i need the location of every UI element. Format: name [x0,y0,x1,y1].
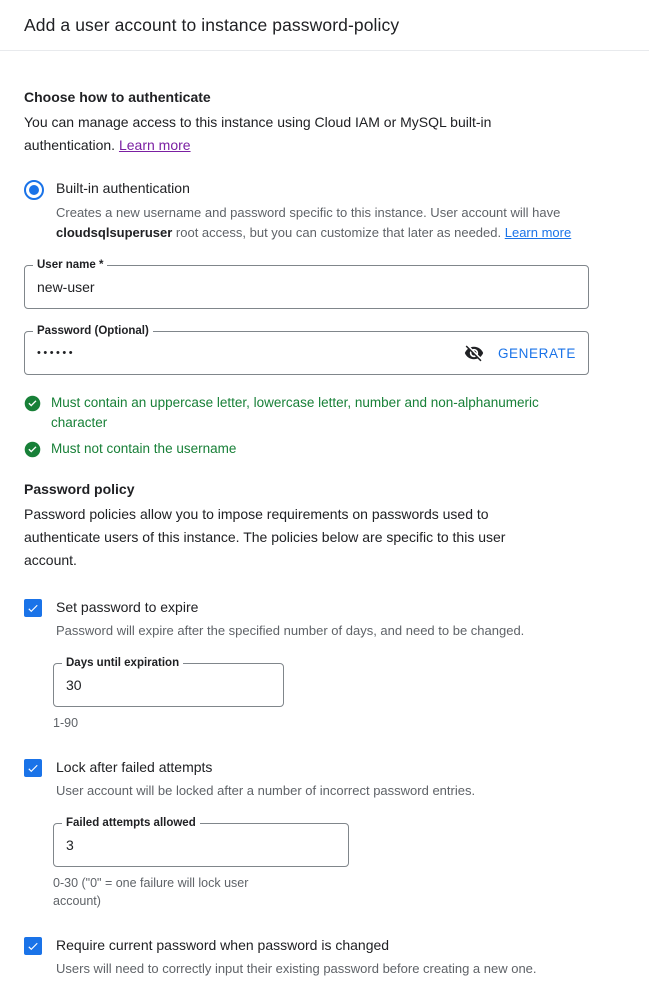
validation-text: Must not contain the username [51,441,237,456]
builtin-auth-label: Built-in authentication [56,180,190,196]
validation-item: Must not contain the username [24,439,625,459]
auth-section-heading: Choose how to authenticate [24,89,211,105]
policy-row-expire[interactable]: Set password to expire Password will exp… [24,598,625,641]
builtin-sub-bold: cloudsqlsuperuser [56,225,173,240]
dialog-body: Choose how to authenticate You can manag… [0,89,649,1000]
policy-section-heading: Password policy [24,481,135,497]
builtin-sub-before: Creates a new username and password spec… [56,205,561,220]
validation-text: Must contain an uppercase letter, lowerc… [51,395,539,430]
username-input[interactable] [37,279,576,295]
username-field-label: User name * [33,258,108,272]
require-current-password-checkbox[interactable] [24,937,42,955]
policy-expire-label: Set password to expire [56,599,199,615]
policy-expire-field-group: Days until expiration 1-90 [53,656,625,732]
builtin-auth-description: Creates a new username and password spec… [56,203,621,243]
policy-lock-content: Lock after failed attempts User account … [56,758,625,801]
auth-description-text: You can manage access to this instance u… [24,114,492,153]
validation-item: Must contain an uppercase letter, lowerc… [24,393,625,433]
policy-lock-description: User account will be locked after a numb… [56,783,476,798]
policy-lock-label: Lock after failed attempts [56,759,213,775]
generate-password-button[interactable]: GENERATE [484,346,576,361]
check-circle-icon [24,395,41,412]
builtin-auth-radio[interactable] [24,180,44,200]
policy-expire-content: Set password to expire Password will exp… [56,598,625,641]
builtin-auth-radio-row[interactable]: Built-in authentication Creates a new us… [24,179,625,243]
failed-attempts-allowed-input[interactable] [66,837,336,853]
dialog-header: Add a user account to instance password-… [0,0,649,51]
password-input[interactable]: •••••• [37,347,464,359]
policy-require-current-content: Require current password when password i… [56,936,625,979]
policy-expire-description: Password will expire after the specified… [56,623,525,638]
days-until-expiration-label: Days until expiration [62,656,184,670]
visibility-off-icon[interactable] [464,343,484,363]
auth-section-description: You can manage access to this instance u… [24,111,534,157]
password-field-wrapper[interactable]: Password (Optional) •••••• GENERATE [24,324,589,375]
policy-section-description: Password policies allow you to impose re… [24,506,506,568]
page-title: Add a user account to instance password-… [24,14,400,35]
days-until-expiration-hint: 1-90 [53,716,79,730]
days-until-expiration-input[interactable] [66,677,271,693]
builtin-sub-after: root access, but you can customize that … [172,225,505,240]
days-until-expiration-wrapper[interactable]: Days until expiration [53,656,284,707]
auth-learn-more-link[interactable]: Learn more [119,137,191,153]
set-password-expire-checkbox[interactable] [24,599,42,617]
builtin-auth-content: Built-in authentication Creates a new us… [56,179,625,243]
password-field-label: Password (Optional) [33,324,153,338]
failed-attempts-allowed-wrapper[interactable]: Failed attempts allowed [53,816,349,867]
builtin-learn-more-link[interactable]: Learn more [505,225,571,240]
policy-require-current-description: Users will need to correctly input their… [56,961,537,976]
check-circle-icon [24,441,41,458]
password-validation-list: Must contain an uppercase letter, lowerc… [24,393,625,459]
failed-attempts-allowed-label: Failed attempts allowed [62,816,200,830]
lock-after-failed-attempts-checkbox[interactable] [24,759,42,777]
policy-row-require-current[interactable]: Require current password when password i… [24,936,625,979]
policy-require-current-label: Require current password when password i… [56,937,390,953]
policy-row-lock[interactable]: Lock after failed attempts User account … [24,758,625,801]
policy-lock-field-group: Failed attempts allowed 0-30 ("0" = one … [53,816,625,910]
failed-attempts-allowed-hint: 0-30 ("0" = one failure will lock user a… [53,876,249,908]
username-field-wrapper[interactable]: User name * [24,258,589,309]
